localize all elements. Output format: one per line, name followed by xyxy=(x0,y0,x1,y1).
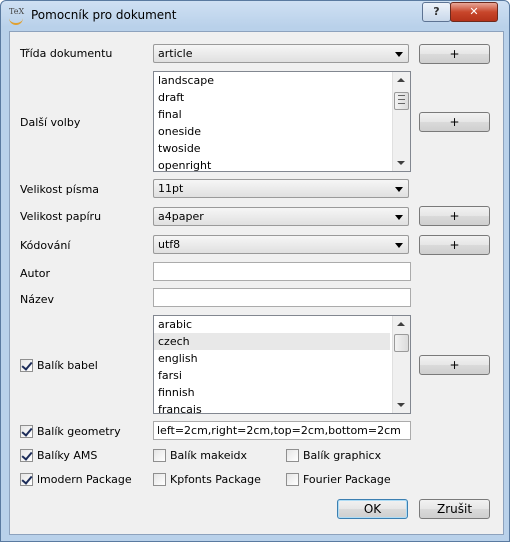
dialog-body: Třída dokumentu article + Další volby la… xyxy=(9,31,504,535)
list-item[interactable]: oneside xyxy=(154,123,390,140)
fourier-checkbox[interactable] xyxy=(286,473,299,486)
kpfonts-label: Kpfonts Package xyxy=(170,473,261,486)
list-item[interactable]: francais xyxy=(154,401,390,413)
scroll-down-icon[interactable] xyxy=(397,403,405,407)
list-item[interactable]: farsi xyxy=(154,367,390,384)
fourier-label: Fourier Package xyxy=(303,473,391,486)
encoding-label: Kódování xyxy=(20,239,71,252)
geometry-value: left=2cm,right=2cm,top=2cm,bottom=2cm xyxy=(157,424,401,437)
scroll-thumb[interactable] xyxy=(394,92,409,110)
paper-size-value: a4paper xyxy=(158,210,204,223)
font-size-label: Velikost písma xyxy=(20,183,100,196)
list-item-selected[interactable]: czech xyxy=(154,333,390,350)
graphicx-label: Balík graphicx xyxy=(303,449,382,462)
scroll-down-icon[interactable] xyxy=(397,161,405,165)
scroll-up-icon[interactable] xyxy=(397,78,405,82)
makeidx-label: Balík makeidx xyxy=(170,449,248,462)
babel-scrollbar[interactable] xyxy=(392,316,410,413)
chevron-down-icon xyxy=(395,52,403,57)
graphicx-checkbox[interactable] xyxy=(286,449,299,462)
dialog-window: TeX Pomocník pro dokument ? ✕ Třída doku… xyxy=(0,0,510,542)
document-class-combo[interactable]: article xyxy=(153,44,409,63)
add-paper-size-button[interactable]: + xyxy=(419,206,490,226)
other-options-label: Další volby xyxy=(20,116,81,129)
list-item[interactable]: twoside xyxy=(154,140,390,157)
list-item[interactable]: english xyxy=(154,350,390,367)
other-options-scrollbar[interactable] xyxy=(392,72,410,171)
chevron-down-icon xyxy=(395,187,403,192)
list-item[interactable]: draft xyxy=(154,89,390,106)
paper-size-combo[interactable]: a4paper xyxy=(153,207,409,226)
chevron-down-icon xyxy=(395,243,403,248)
document-class-value: article xyxy=(158,47,193,60)
font-size-value: 11pt xyxy=(158,182,184,195)
doc-title-label: Název xyxy=(20,293,55,306)
title-bar: TeX Pomocník pro dokument ? ✕ xyxy=(1,1,509,31)
list-item[interactable]: finnish xyxy=(154,384,390,401)
geometry-input[interactable]: left=2cm,right=2cm,top=2cm,bottom=2cm xyxy=(153,421,411,440)
makeidx-checkbox[interactable] xyxy=(153,449,166,462)
babel-checkbox[interactable] xyxy=(20,359,33,372)
add-document-class-button[interactable]: + xyxy=(419,44,490,64)
chevron-down-icon xyxy=(395,215,403,220)
add-option-button[interactable]: + xyxy=(419,112,490,132)
cancel-button[interactable]: Zrušit xyxy=(419,499,490,519)
encoding-combo[interactable]: utf8 xyxy=(153,235,409,254)
texmaker-app-icon: TeX xyxy=(9,7,25,25)
font-size-combo[interactable]: 11pt xyxy=(153,179,409,198)
ams-label: Balíky AMS xyxy=(37,449,98,462)
babel-language-list[interactable]: arabic czech english farsi finnish franc… xyxy=(153,315,411,414)
other-options-list[interactable]: landscape draft final oneside twoside op… xyxy=(153,71,411,172)
list-item[interactable]: arabic xyxy=(154,316,390,333)
author-label: Autor xyxy=(20,267,51,280)
app-icon-label: TeX xyxy=(9,7,25,16)
list-item[interactable]: landscape xyxy=(154,72,390,89)
window-title: Pomocník pro dokument xyxy=(31,8,177,22)
encoding-value: utf8 xyxy=(158,238,181,251)
list-item[interactable]: openright xyxy=(154,157,390,171)
geometry-label: Balík geometry xyxy=(37,425,121,438)
kpfonts-checkbox[interactable] xyxy=(153,473,166,486)
babel-label: Balík babel xyxy=(37,359,98,372)
geometry-checkbox[interactable] xyxy=(20,425,33,438)
paper-size-label: Velikost papíru xyxy=(20,210,102,223)
help-button[interactable]: ? xyxy=(422,2,451,22)
ams-checkbox[interactable] xyxy=(20,449,33,462)
document-class-label: Třída dokumentu xyxy=(20,47,113,60)
scroll-up-icon[interactable] xyxy=(397,322,405,326)
author-input[interactable] xyxy=(153,262,411,281)
ok-button[interactable]: OK xyxy=(337,499,408,519)
scroll-thumb[interactable] xyxy=(394,334,409,352)
list-item[interactable]: final xyxy=(154,106,390,123)
add-babel-language-button[interactable]: + xyxy=(419,355,490,375)
add-encoding-button[interactable]: + xyxy=(419,235,490,255)
close-button[interactable]: ✕ xyxy=(450,2,498,22)
lmodern-checkbox[interactable] xyxy=(20,473,33,486)
lmodern-label: lmodern Package xyxy=(37,473,132,486)
doc-title-input[interactable] xyxy=(153,288,411,307)
